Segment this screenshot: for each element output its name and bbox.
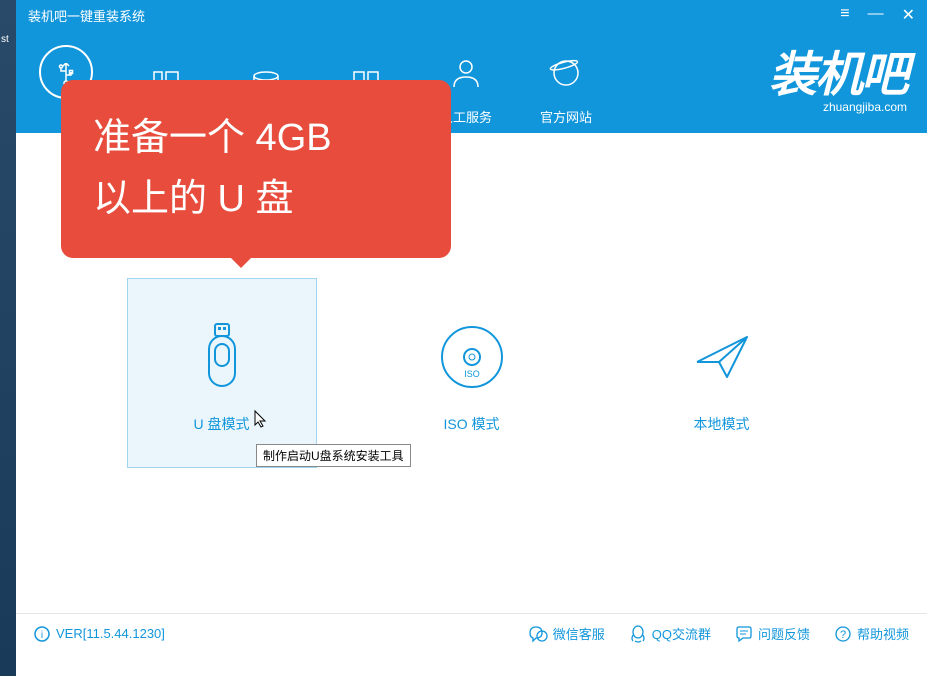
footer: i VER[11.5.44.1230] 微信客服 QQ交流群: [16, 613, 927, 653]
info-icon: i: [34, 626, 50, 642]
feedback-icon: [735, 625, 753, 643]
version: i VER[11.5.44.1230]: [34, 626, 165, 642]
paperplane-icon: [687, 322, 757, 392]
mode-card-local[interactable]: 本地模式: [627, 278, 817, 468]
mode-label-local: 本地模式: [694, 414, 750, 434]
menu-icon[interactable]: ≡: [840, 5, 849, 25]
qq-icon: [629, 625, 647, 643]
mode-label-iso: ISO 模式: [443, 414, 499, 434]
footer-link-qq[interactable]: QQ交流群: [629, 624, 711, 643]
help-icon: ?: [834, 625, 852, 643]
footer-link-wechat[interactable]: 微信客服: [528, 624, 605, 643]
minimize-icon[interactable]: —: [868, 5, 884, 25]
version-text: VER[11.5.44.1230]: [56, 626, 165, 641]
person-icon: [448, 55, 484, 91]
title-bar: 装机吧一键重装系统 ≡ — ✕: [16, 0, 927, 30]
app-title: 装机吧一键重装系统: [28, 6, 145, 25]
app-window: 装机吧一键重装系统 ≡ — ✕ U: [16, 0, 927, 676]
nav-tab-website[interactable]: 官方网站: [516, 38, 616, 126]
mode-card-iso[interactable]: ISO ISO 模式: [377, 278, 567, 468]
instruction-tooltip: 准备一个 4GB 以上的 U 盘: [61, 80, 451, 258]
globe-icon: [548, 55, 584, 91]
usb-drive-icon: [197, 322, 247, 392]
chat-icon: [528, 625, 548, 643]
cursor-icon: [253, 409, 269, 429]
disc-icon: ISO: [437, 322, 507, 392]
mode-card-usb[interactable]: U 盘模式: [127, 278, 317, 468]
mode-label-usb: U 盘模式: [194, 414, 250, 434]
svg-text:ISO: ISO: [464, 369, 480, 379]
logo: 装机吧 zhuangjiba.com: [769, 35, 907, 114]
nav-label-website: 官方网站: [540, 107, 592, 126]
footer-link-help[interactable]: ? 帮助视频: [834, 624, 909, 643]
mini-tooltip: 制作启动U盘系统安装工具: [256, 444, 411, 467]
close-icon[interactable]: ✕: [902, 5, 915, 25]
tooltip-text: 准备一个 4GB 以上的 U 盘: [93, 108, 419, 230]
svg-text:i: i: [41, 630, 43, 641]
logo-text: 装机吧: [769, 35, 907, 105]
footer-link-feedback[interactable]: 问题反馈: [735, 624, 810, 643]
svg-text:?: ?: [840, 629, 846, 641]
